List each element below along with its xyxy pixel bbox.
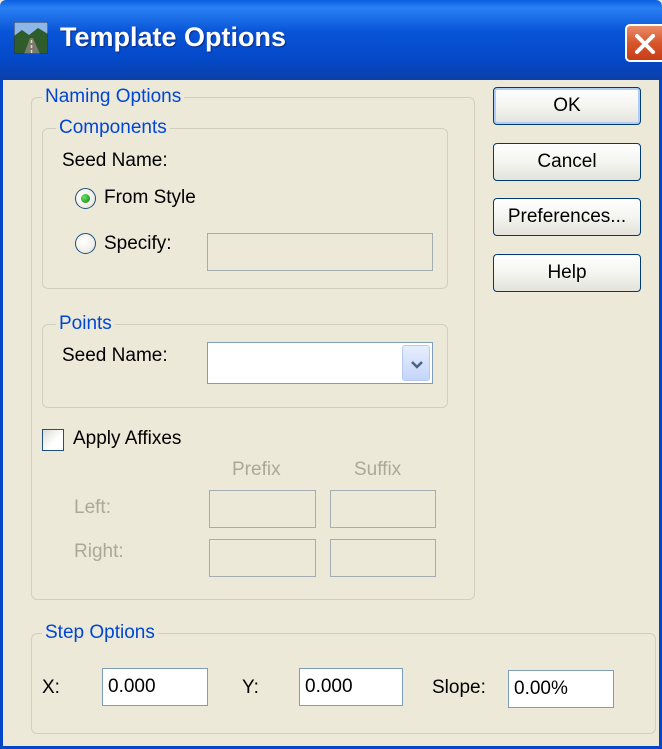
apply-affixes-label[interactable]: Apply Affixes (73, 428, 181, 450)
step-options-legend: Step Options (42, 622, 158, 644)
right-suffix-field[interactable] (330, 539, 436, 577)
naming-options-legend: Naming Options (42, 86, 185, 108)
left-label: Left: (74, 497, 111, 518)
suffix-header: Suffix (354, 459, 402, 480)
step-x-field[interactable]: 0.000 (102, 668, 208, 706)
specify-radio[interactable] (75, 233, 96, 254)
from-style-label[interactable]: From Style (104, 187, 196, 209)
chevron-down-icon (411, 361, 423, 369)
points-seed-name-label: Seed Name: (62, 345, 168, 366)
window-title: Template Options (60, 22, 287, 52)
slope-label: Slope: (432, 677, 486, 698)
prefix-header: Prefix (232, 459, 281, 480)
radio-selected-dot (81, 194, 90, 203)
step-x-label: X: (42, 677, 60, 698)
components-seed-name-label: Seed Name: (62, 150, 168, 171)
title-bar[interactable]: Template Options (0, 0, 662, 80)
right-prefix-field[interactable] (209, 539, 316, 577)
cancel-button[interactable]: Cancel (493, 143, 641, 181)
ok-button[interactable]: OK (493, 87, 641, 125)
points-legend: Points (56, 313, 115, 335)
left-suffix-field[interactable] (330, 490, 436, 528)
right-label: Right: (74, 541, 124, 562)
step-y-field[interactable]: 0.000 (299, 668, 403, 706)
left-prefix-field[interactable] (209, 490, 316, 528)
from-style-radio[interactable] (75, 188, 96, 209)
specify-field[interactable] (207, 233, 433, 271)
specify-label[interactable]: Specify: (104, 233, 172, 255)
components-legend: Components (56, 117, 170, 139)
points-seed-name-dropdown[interactable] (207, 342, 433, 384)
preferences-button[interactable]: Preferences... (493, 198, 641, 236)
dropdown-arrow-button[interactable] (402, 345, 430, 381)
help-button[interactable]: Help (493, 254, 641, 292)
apply-affixes-checkbox[interactable] (42, 429, 64, 451)
step-y-label: Y: (242, 677, 259, 698)
road-template-icon (13, 21, 49, 55)
close-button[interactable] (625, 24, 662, 62)
slope-field[interactable]: 0.00% (508, 670, 614, 708)
